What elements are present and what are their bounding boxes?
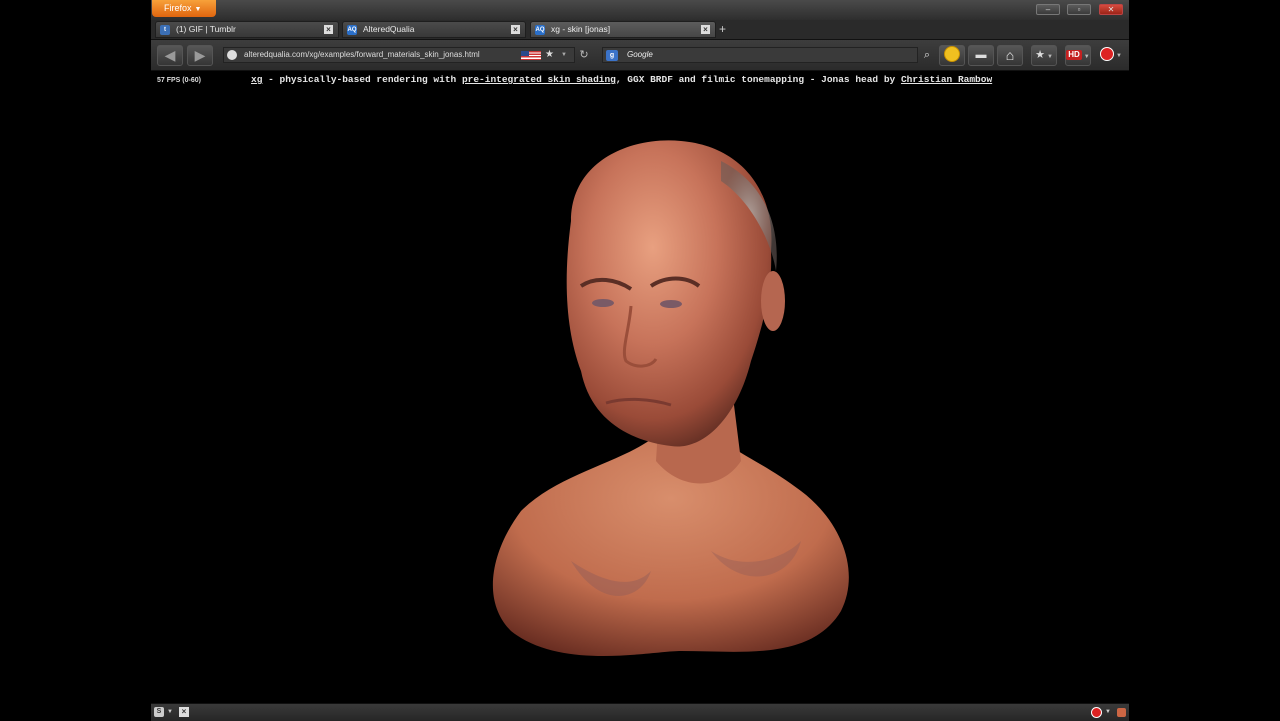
browser-window: Firefox ▼ – ▫ ✕ t (1) GIF | Tumblr × AQ A…: [151, 0, 1129, 721]
fps-counter: 57 FPS (0-60): [157, 77, 201, 84]
home-icon: ⌂: [1005, 47, 1015, 63]
addon-icon[interactable]: [1091, 707, 1102, 718]
maximize-button[interactable]: ▫: [1067, 4, 1091, 15]
bookmark-star-icon[interactable]: ★: [545, 48, 554, 62]
tab-label: AlteredQualia: [363, 24, 415, 34]
tab-xg-skin[interactable]: AQ xg - skin [jonas] ×: [530, 21, 716, 38]
window-close-button[interactable]: ✕: [1099, 4, 1123, 15]
url-text: alteredqualia.com/xg/examples/forward_ma…: [244, 50, 480, 59]
alteredqualia-icon: AQ: [535, 25, 545, 35]
search-icon[interactable]: ⌕: [919, 47, 935, 63]
chevron-down-icon[interactable]: ▼: [1105, 706, 1111, 718]
page-content: 57 FPS (0-60) xg - physically-based rend…: [151, 71, 1129, 703]
us-flag-icon: [521, 51, 541, 60]
bookmarks-menu-button[interactable]: ★ ▼: [1031, 45, 1057, 66]
url-bar[interactable]: alteredqualia.com/xg/examples/forward_ma…: [223, 47, 575, 63]
tumblr-icon: t: [160, 25, 170, 35]
download-icon: ▬: [975, 49, 987, 61]
tab-strip: t (1) GIF | Tumblr × AQ AlteredQualia × …: [151, 20, 1129, 40]
hd-icon: HD: [1066, 50, 1082, 61]
search-input[interactable]: Google: [627, 48, 653, 62]
xg-link[interactable]: xg: [251, 74, 262, 85]
reload-button[interactable]: ↻: [575, 46, 593, 64]
tab-label: xg - skin [jonas]: [551, 24, 611, 34]
chevron-down-icon[interactable]: ▼: [561, 48, 567, 62]
chevron-down-icon: ▼: [1046, 54, 1053, 60]
google-icon[interactable]: g: [606, 50, 618, 61]
bookmarks-star-icon: ★: [1035, 49, 1045, 61]
chevron-down-icon: ▼: [1116, 53, 1122, 59]
home-button[interactable]: ⌂: [997, 45, 1023, 66]
skin-shading-link[interactable]: pre-integrated skin shading: [462, 74, 616, 85]
close-icon[interactable]: ×: [179, 707, 189, 717]
record-icon: [1100, 47, 1115, 62]
title-bar: Firefox ▼ – ▫ ✕: [151, 0, 1129, 20]
webgl-canvas-head-render[interactable]: [481, 131, 861, 676]
downloads-button[interactable]: ▬: [968, 45, 994, 66]
tab-label: (1) GIF | Tumblr: [176, 24, 236, 34]
new-tab-button[interactable]: +: [719, 22, 726, 36]
chevron-down-icon: ▼: [194, 6, 202, 13]
caption-text: - physically-based rendering with: [262, 74, 462, 85]
minimize-button[interactable]: –: [1036, 4, 1060, 15]
tab-tumblr[interactable]: t (1) GIF | Tumblr ×: [155, 21, 339, 38]
search-bar[interactable]: g Google: [602, 47, 918, 63]
page-caption: xg - physically-based rendering with pre…: [251, 74, 992, 85]
close-icon[interactable]: ×: [701, 25, 710, 34]
resize-grip-icon[interactable]: [1117, 708, 1126, 717]
record-addon-button[interactable]: ▼: [1097, 45, 1125, 66]
close-icon[interactable]: ×: [324, 25, 333, 34]
firefox-menu-button[interactable]: Firefox ▼: [152, 0, 216, 17]
back-button[interactable]: ◀: [157, 45, 183, 66]
status-bar: S ▼ × ▼: [151, 703, 1129, 721]
forward-button[interactable]: ▶: [187, 45, 213, 66]
site-identity-icon[interactable]: [227, 50, 237, 60]
caption-text: , GGX BRDF and filmic tonemapping - Jona…: [615, 74, 901, 85]
tab-alteredqualia[interactable]: AQ AlteredQualia ×: [342, 21, 526, 38]
navigation-bar: ◀ ▶ alteredqualia.com/xg/examples/forwar…: [151, 40, 1129, 71]
clock-button[interactable]: [939, 45, 965, 66]
hd-addon-button[interactable]: HD ▼: [1065, 45, 1091, 66]
chevron-down-icon[interactable]: ▼: [167, 706, 173, 718]
author-link[interactable]: Christian Rambow: [901, 74, 992, 85]
alteredqualia-icon: AQ: [347, 25, 357, 35]
chevron-down-icon: ▼: [1083, 54, 1090, 60]
close-icon[interactable]: ×: [511, 25, 520, 34]
clock-icon: [944, 46, 960, 63]
skype-icon[interactable]: S: [154, 707, 164, 717]
